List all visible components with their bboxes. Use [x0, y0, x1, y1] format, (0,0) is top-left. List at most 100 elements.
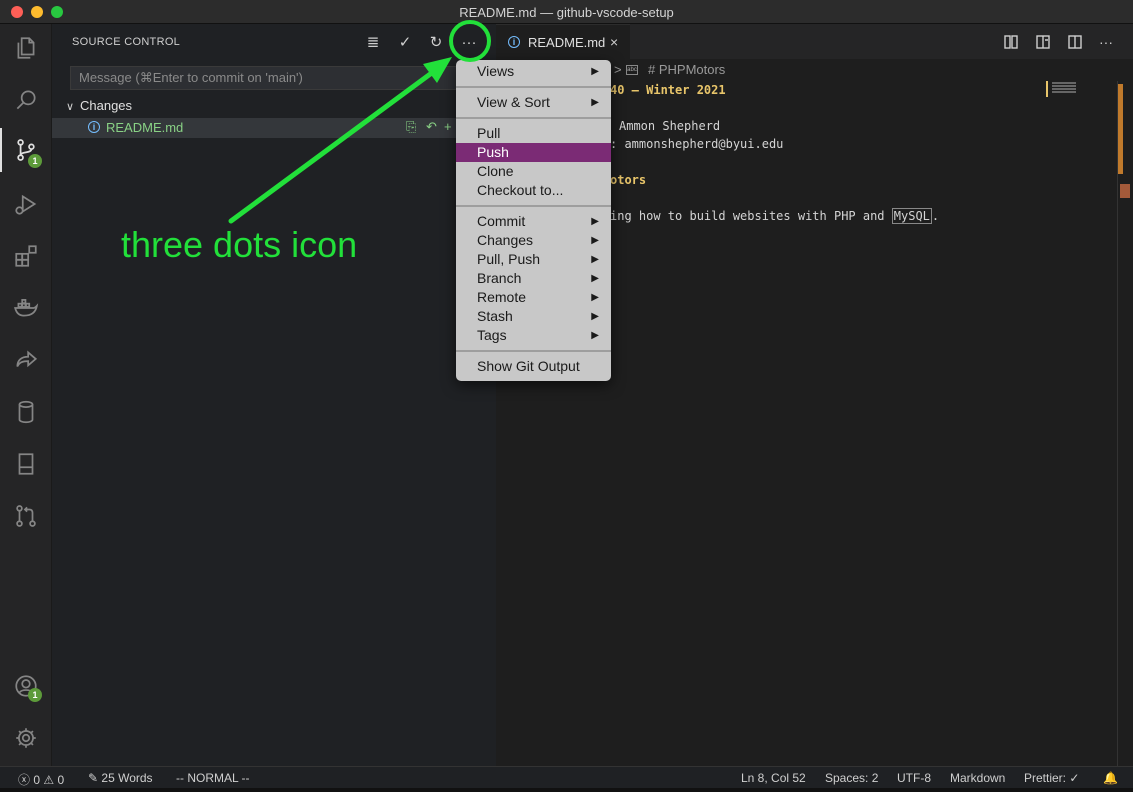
- panel-title: SOURCE CONTROL: [72, 36, 181, 48]
- menu-separator: [456, 86, 611, 88]
- menu-separator: [456, 117, 611, 119]
- status-bar: ⓧ 0 ⚠ 0 ✎ 25 Words -- NORMAL -- Ln 8, Co…: [0, 766, 1133, 788]
- encoding[interactable]: UTF-8: [897, 771, 931, 785]
- menu-item-tags[interactable]: Tags ▶: [456, 326, 611, 345]
- menu-item-branch[interactable]: Branch ▶: [456, 269, 611, 288]
- menu-item-label: Commit: [477, 213, 526, 229]
- menu-item-pull-push[interactable]: Pull, Push ▶: [456, 250, 611, 269]
- breadcrumb-heading[interactable]: # PHPMotors: [648, 62, 725, 77]
- menu-item-label: Tags: [477, 327, 507, 343]
- menu-item-label: Stash: [477, 308, 513, 324]
- submenu-arrow-icon: ▶: [591, 273, 599, 284]
- extensions-icon[interactable]: [10, 240, 42, 272]
- problems-indicator[interactable]: ⓧ 0 ⚠ 0: [18, 771, 64, 788]
- code-line: Ammon Shepherd: [619, 119, 721, 133]
- open-changes-icon[interactable]: [1001, 32, 1021, 52]
- menu-item-checkout[interactable]: Checkout to...: [456, 181, 611, 200]
- code-text: .: [931, 209, 940, 223]
- menu-item-label: Changes: [477, 232, 534, 248]
- changed-file-name: README.md: [106, 120, 184, 135]
- menu-item-label: Branch: [477, 270, 522, 286]
- menu-item-label: Push: [477, 144, 509, 160]
- split-editor-icon[interactable]: [1065, 32, 1085, 52]
- cursor-position[interactable]: Ln 8, Col 52: [741, 771, 806, 785]
- pull-requests-icon[interactable]: [10, 500, 42, 532]
- submenu-arrow-icon: ▶: [591, 66, 599, 77]
- submenu-arrow-icon: ▶: [591, 292, 599, 303]
- error-count: 0: [33, 773, 41, 787]
- submenu-arrow-icon: ▶: [591, 97, 599, 108]
- more-actions-icon[interactable]: ···: [1096, 32, 1116, 52]
- docker-icon[interactable]: [10, 292, 42, 324]
- language-mode[interactable]: Markdown: [950, 771, 1005, 785]
- open-file-icon[interactable]: ⎘: [406, 119, 416, 135]
- info-icon: i: [88, 121, 100, 133]
- close-icon[interactable]: ×: [610, 34, 618, 50]
- bell-icon[interactable]: 🔔: [1103, 771, 1118, 785]
- prettier-status[interactable]: Prettier: ✓: [1024, 771, 1079, 785]
- database-icon[interactable]: [10, 396, 42, 428]
- refresh-icon[interactable]: ↻: [425, 31, 447, 53]
- vim-mode: -- NORMAL --: [176, 771, 250, 785]
- active-indicator: [0, 128, 2, 172]
- menu-item-changes[interactable]: Changes ▶: [456, 231, 611, 250]
- changes-group[interactable]: ∨ Changes: [66, 98, 132, 113]
- commit-check-icon[interactable]: ✓: [394, 31, 416, 53]
- pencil-icon: ✎: [88, 771, 99, 785]
- commit-message-input[interactable]: Message (⌘Enter to commit on 'main'): [70, 66, 490, 90]
- menu-item-push[interactable]: Push: [456, 143, 611, 162]
- code-line: 40 – Winter 2021: [610, 83, 726, 97]
- minimap[interactable]: [1046, 81, 1076, 97]
- editor-tab-bar: i README.md × ···: [496, 24, 1133, 59]
- menu-item-view-sort[interactable]: View & Sort ▶: [456, 93, 611, 112]
- string-symbol-icon: abc: [626, 65, 638, 75]
- account-badge: 1: [28, 688, 42, 702]
- source-control-badge: 1: [28, 154, 42, 168]
- word-count-label: 25 Words: [101, 771, 153, 785]
- files-icon[interactable]: [10, 32, 42, 64]
- submenu-arrow-icon: ▶: [591, 235, 599, 246]
- menu-item-label: Show Git Output: [477, 358, 580, 374]
- remote-explorer-icon[interactable]: [10, 448, 42, 480]
- menu-item-remote[interactable]: Remote ▶: [456, 288, 611, 307]
- menu-item-label: Views: [477, 63, 515, 79]
- view-as-list-icon[interactable]: ≣: [362, 31, 384, 53]
- activity-bar: 1 1: [0, 24, 52, 766]
- gear-icon[interactable]: [10, 722, 42, 754]
- source-control-panel: SOURCE CONTROL ≣ ✓ ↻ ··· Message (⌘Enter…: [52, 24, 496, 766]
- info-icon: i: [508, 36, 520, 48]
- discard-changes-icon[interactable]: ↶: [426, 119, 437, 135]
- menu-item-clone[interactable]: Clone: [456, 162, 611, 181]
- menu-item-label: Checkout to...: [477, 182, 564, 198]
- code-line: : ammonshepherd@byui.edu: [610, 137, 784, 151]
- menu-item-commit[interactable]: Commit ▶: [456, 212, 611, 231]
- menu-item-label: Pull, Push: [477, 251, 541, 267]
- annotation-label: three dots icon: [121, 224, 358, 265]
- search-icon[interactable]: [10, 84, 42, 116]
- menu-item-label: View & Sort: [477, 94, 550, 110]
- open-preview-icon[interactable]: [1033, 32, 1053, 52]
- menu-item-label: Pull: [477, 125, 501, 141]
- warning-icon: ⚠: [43, 773, 55, 787]
- run-debug-icon[interactable]: [10, 188, 42, 220]
- menu-item-stash[interactable]: Stash ▶: [456, 307, 611, 326]
- menu-item-label: Remote: [477, 289, 527, 305]
- scrollbar-marker: [1120, 184, 1130, 198]
- code-line: otors: [610, 173, 647, 187]
- menu-item-pull[interactable]: Pull: [456, 124, 611, 143]
- word-count[interactable]: ✎ 25 Words: [88, 771, 153, 785]
- more-actions-menu: Views ▶ View & Sort ▶ Pull Push Clone Chec…: [456, 60, 611, 381]
- annotation-circle: [449, 20, 491, 62]
- menu-item-show-git-output[interactable]: Show Git Output: [456, 357, 611, 376]
- code-line: ing how to build websites with PHP and M…: [610, 208, 940, 224]
- breadcrumb-separator: >: [614, 62, 622, 77]
- live-share-icon[interactable]: [10, 344, 42, 376]
- changed-file-row[interactable]: i README.md ⎘ ↶ +: [52, 118, 496, 138]
- menu-item-label: Clone: [477, 163, 514, 179]
- stage-changes-icon[interactable]: +: [444, 119, 452, 134]
- indentation[interactable]: Spaces: 2: [825, 771, 878, 785]
- submenu-arrow-icon: ▶: [591, 330, 599, 341]
- menu-item-views[interactable]: Views ▶: [456, 62, 611, 81]
- scrollbar-marker: [1118, 84, 1123, 174]
- tab-readme[interactable]: i README.md ×: [496, 24, 630, 59]
